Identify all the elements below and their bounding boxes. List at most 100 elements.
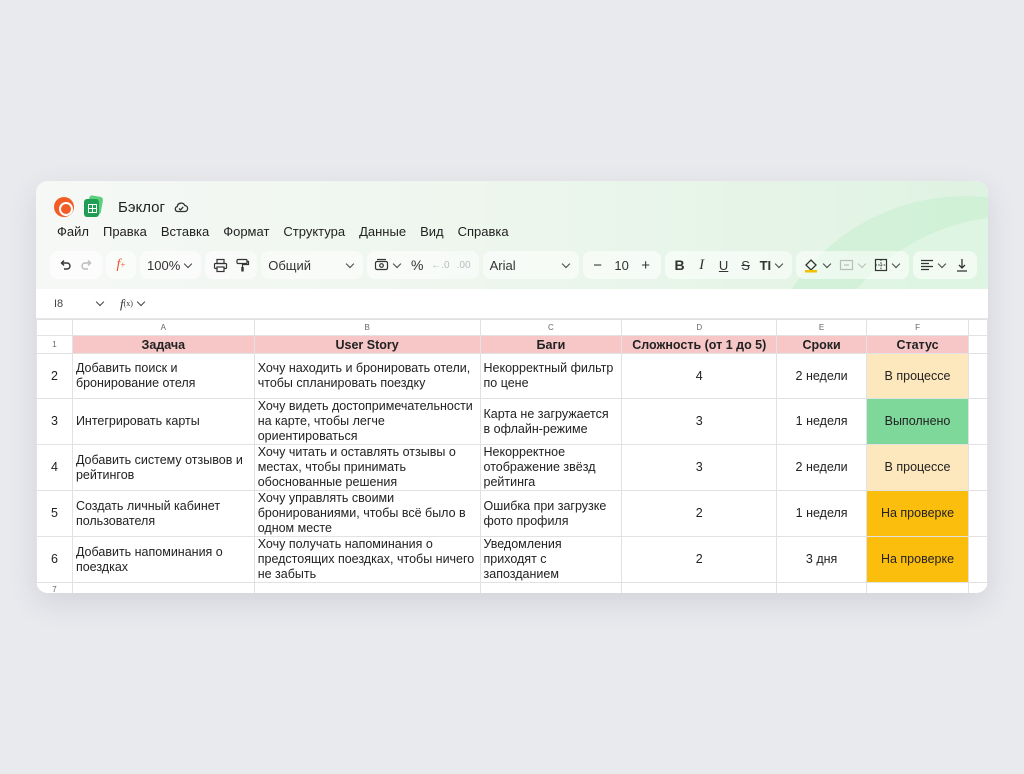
menu-insert[interactable]: Вставка [161, 224, 209, 239]
header-deadline[interactable]: Сроки [776, 335, 868, 354]
cell-bugs[interactable]: Карта не загружается в офлайн-режиме [479, 398, 623, 445]
cell-user-story[interactable]: Хочу получать напоминания о предстоящих … [253, 536, 481, 583]
row-number[interactable]: 6 [36, 536, 73, 583]
cell-difficulty[interactable]: 3 [621, 398, 778, 445]
cell-task[interactable]: Добавить поиск и бронирование отеля [71, 353, 255, 399]
align-left-icon[interactable] [917, 253, 951, 277]
toolbar: f + 100% Общий % ←.0 .00 Arial − 10 + B … [50, 250, 981, 280]
row-number[interactable]: 2 [36, 353, 73, 399]
cell-bugs[interactable]: Некорректный фильтр по цене [479, 353, 623, 399]
row-number[interactable]: 3 [36, 398, 73, 445]
select-all-corner[interactable] [36, 319, 73, 336]
zoom-select[interactable]: 100% [144, 253, 197, 277]
row-number[interactable]: 7 [36, 582, 73, 593]
menu-data[interactable]: Данные [359, 224, 406, 239]
yandex-logo-icon[interactable] [54, 197, 74, 217]
strikethrough-button[interactable]: S [735, 253, 757, 277]
redo-icon[interactable] [76, 253, 98, 277]
formula-fx-icon[interactable]: f (x) [120, 296, 147, 312]
header-difficulty[interactable]: Сложность (от 1 до 5) [621, 335, 778, 354]
cell-status[interactable]: В процессе [866, 444, 969, 491]
cell-user-story[interactable]: Хочу видеть достопримечательности на кар… [253, 398, 481, 445]
row-number[interactable]: 1 [36, 335, 73, 354]
cell-task[interactable]: Создать личный кабинет пользователя [71, 490, 255, 537]
number-format-select[interactable]: Общий [265, 253, 359, 277]
fill-color-icon[interactable] [800, 253, 836, 277]
cell-task[interactable]: Интегрировать карты [71, 398, 255, 445]
cell-status[interactable]: В процессе [866, 353, 969, 399]
header-status[interactable]: Статус [866, 335, 969, 354]
font-size-input[interactable]: 10 [609, 253, 635, 277]
merge-cells-icon[interactable] [836, 253, 871, 277]
cell-task[interactable]: Добавить напоминания о поездках [71, 536, 255, 583]
font-size-decrease-button[interactable]: − [587, 253, 609, 277]
cell-user-story[interactable]: Хочу находить и бронировать отели, чтобы… [253, 353, 481, 399]
paint-format-icon[interactable] [231, 253, 253, 277]
menu-format[interactable]: Формат [223, 224, 269, 239]
cell-difficulty[interactable]: 3 [621, 444, 778, 491]
cell-deadline[interactable]: 2 недели [776, 444, 868, 491]
borders-icon[interactable] [871, 253, 905, 277]
column-header-e[interactable]: E [776, 319, 868, 336]
cell-user-story[interactable]: Хочу управлять своими бронированиями, чт… [253, 490, 481, 537]
function-wizard-icon[interactable]: f + [110, 253, 132, 277]
cell-bugs[interactable]: Ошибка при загрузке фото профиля [479, 490, 623, 537]
vertical-align-bottom-icon[interactable] [951, 253, 973, 277]
italic-button[interactable]: I [691, 253, 713, 277]
app-header: Бэклог Файл Правка Вставка Формат Структ… [36, 181, 988, 289]
column-header-g[interactable] [967, 319, 988, 336]
cell-bugs[interactable]: Уведомления приходят с запозданием [479, 536, 623, 583]
row-number[interactable]: 5 [36, 490, 73, 537]
sheet-grid: A B C D E F 1 Задача User Story Баги Сло… [36, 319, 988, 593]
cell-difficulty[interactable]: 2 [621, 490, 778, 537]
cell-task[interactable]: Добавить систему отзывов и рейтингов [71, 444, 255, 491]
font-size-increase-button[interactable]: + [635, 253, 657, 277]
cell-status[interactable]: На проверке [866, 536, 969, 583]
cell-deadline[interactable]: 1 неделя [776, 490, 868, 537]
cell-deadline[interactable]: 2 недели [776, 353, 868, 399]
chevron-down-icon [857, 259, 867, 268]
column-header-f[interactable]: F [866, 319, 969, 336]
underline-button[interactable]: U [713, 253, 735, 277]
font-family-select[interactable]: Arial [487, 253, 575, 277]
spreadsheet-window: Бэклог Файл Правка Вставка Формат Структ… [36, 181, 988, 593]
name-box[interactable]: I8 [54, 298, 106, 310]
cloud-saved-icon[interactable] [173, 199, 189, 215]
bold-button[interactable]: B [669, 253, 691, 277]
column-header-d[interactable]: D [621, 319, 778, 336]
cell-difficulty[interactable]: 4 [621, 353, 778, 399]
cell-deadline[interactable]: 3 дня [776, 536, 868, 583]
menu-view[interactable]: Вид [420, 224, 444, 239]
text-size-button[interactable]: TI [757, 253, 789, 277]
table-row: 4 Добавить систему отзывов и рейтингов Х… [36, 444, 988, 491]
column-header-b[interactable]: B [253, 319, 481, 336]
menu-structure[interactable]: Структура [283, 224, 345, 239]
print-icon[interactable] [209, 253, 231, 277]
undo-icon[interactable] [54, 253, 76, 277]
chevron-down-icon [561, 259, 570, 268]
column-header-a[interactable]: A [71, 319, 255, 336]
title-bar: Бэклог [54, 194, 189, 219]
currency-format-icon[interactable] [371, 253, 406, 277]
chevron-down-icon [937, 259, 947, 268]
table-row: 6 Добавить напоминания о поездках Хочу п… [36, 536, 988, 583]
document-title[interactable]: Бэклог [118, 199, 165, 216]
decrease-decimal-icon[interactable]: ←.0 [428, 253, 452, 277]
percent-format-button[interactable]: % [406, 253, 428, 277]
header-bugs[interactable]: Баги [479, 335, 623, 354]
cell-status[interactable]: Выполнено [866, 398, 969, 445]
cell-status[interactable]: На проверке [866, 490, 969, 537]
cell-user-story[interactable]: Хочу читать и оставлять отзывы о местах,… [253, 444, 481, 491]
cell-difficulty[interactable]: 2 [621, 536, 778, 583]
menu-file[interactable]: Файл [57, 224, 89, 239]
cell-bugs[interactable]: Некорректное отображение звёзд рейтинга [479, 444, 623, 491]
row-number[interactable]: 4 [36, 444, 73, 491]
header-task[interactable]: Задача [71, 335, 255, 354]
sheets-logo-icon[interactable] [82, 194, 104, 218]
increase-decimal-icon[interactable]: .00 [453, 253, 475, 277]
cell-deadline[interactable]: 1 неделя [776, 398, 868, 445]
menu-help[interactable]: Справка [458, 224, 509, 239]
column-header-c[interactable]: C [479, 319, 623, 336]
menu-edit[interactable]: Правка [103, 224, 147, 239]
header-user-story[interactable]: User Story [253, 335, 481, 354]
